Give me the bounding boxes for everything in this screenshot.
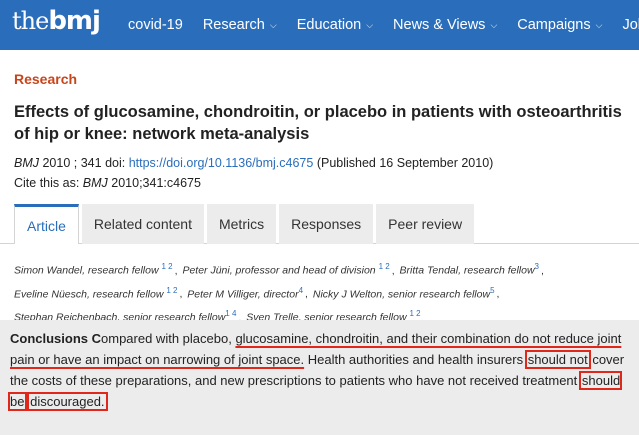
- author-list: Simon Wandel, research fellow 1 2, Peter…: [14, 262, 544, 324]
- tab-related-content[interactable]: Related content: [81, 204, 204, 244]
- affiliation-ref[interactable]: 1 2: [409, 309, 420, 318]
- nav-item-label: Jobs: [622, 17, 639, 33]
- nav-item-campaigns[interactable]: Campaigns ⌵: [517, 17, 602, 33]
- cite-as-line: Cite this as: BMJ 2010;341:c4675: [14, 176, 201, 190]
- nav-menu: covid-19 Research ⌵ Education ⌵ News & Vie…: [128, 0, 639, 50]
- highlight-should-not: should not: [524, 350, 591, 369]
- nav-item-covid-19[interactable]: covid-19: [128, 17, 183, 33]
- chevron-down-icon: ⌵: [366, 19, 374, 30]
- doi-link[interactable]: https://doi.org/10.1136/bmj.c4675: [129, 156, 314, 170]
- affiliation-ref[interactable]: 4: [299, 286, 303, 295]
- affiliation-ref[interactable]: 3: [535, 262, 539, 271]
- author-name[interactable]: Peter Jüni, professor and head of divisi…: [182, 265, 375, 277]
- nav-item-research[interactable]: Research ⌵: [203, 17, 277, 33]
- nav-item-label: covid-19: [128, 17, 183, 33]
- affiliation-ref[interactable]: 1 2: [379, 262, 390, 271]
- author-name[interactable]: Simon Wandel, research fellow: [14, 265, 159, 277]
- chevron-down-icon: ⌵: [490, 19, 498, 30]
- doi-label: doi:: [105, 156, 126, 170]
- chevron-down-icon: ⌵: [595, 19, 603, 30]
- nav-item-label: Campaigns: [517, 17, 591, 33]
- citation-line: BMJ 2010 ; 341 doi: https://doi.org/10.1…: [14, 156, 493, 170]
- journal-name: BMJ: [14, 156, 39, 170]
- nav-item-label: Education: [296, 17, 362, 33]
- conclusions-heading: Conclusions C: [10, 331, 102, 346]
- affiliation-ref[interactable]: 1 4: [225, 309, 236, 318]
- affiliation-ref[interactable]: 1 2: [166, 286, 177, 295]
- top-navigation-bar: the bmj covid-19 Research ⌵ Education ⌵ New…: [0, 0, 639, 50]
- author-name[interactable]: Britta Tendal, research fellow: [400, 265, 535, 277]
- cite-reference: 2010;341:c4675: [111, 176, 201, 190]
- affiliation-ref[interactable]: 1 2: [161, 262, 172, 271]
- logo-bmj: bmj: [48, 6, 101, 36]
- nav-item-label: News & Views: [393, 17, 486, 33]
- cite-prefix: Cite this as:: [14, 176, 80, 190]
- nav-item-jobs[interactable]: Jobs⌵: [622, 17, 639, 33]
- nav-item-label: Research: [202, 17, 265, 33]
- nav-item-news-views[interactable]: News & Views ⌵: [393, 17, 497, 33]
- author-name[interactable]: Nicky J Welton, senior research fellow: [313, 288, 490, 300]
- tab-article[interactable]: Article: [14, 204, 79, 244]
- section-label[interactable]: Research: [14, 71, 77, 87]
- bmj-logo[interactable]: the bmj: [12, 6, 101, 44]
- conclusions-text-1: ompared with placebo,: [101, 331, 236, 346]
- year-volume: 2010 ; 341: [42, 156, 102, 170]
- tab-metrics[interactable]: Metrics: [206, 204, 277, 244]
- author-name[interactable]: Peter M Villiger, director: [187, 288, 298, 300]
- chevron-down-icon: ⌵: [269, 19, 277, 30]
- author-name[interactable]: Eveline Nüesch, research fellow: [14, 288, 163, 300]
- nav-item-education[interactable]: Education ⌵: [297, 17, 373, 33]
- article-tabs: Article Related content Metrics Response…: [14, 204, 477, 244]
- article-title: Effects of glucosamine, chondroitin, or …: [14, 103, 622, 143]
- published-date: (Published 16 September 2010): [316, 156, 494, 170]
- logo-the: the: [12, 7, 49, 35]
- conclusions-text: Conclusions Compared with placebo, gluco…: [7, 328, 632, 412]
- highlight-discouraged: discouraged.: [27, 392, 108, 411]
- tab-peer-review[interactable]: Peer review: [376, 204, 475, 244]
- tab-responses[interactable]: Responses: [279, 204, 374, 244]
- cite-journal: BMJ: [82, 176, 108, 190]
- conclusions-text-2: Health authorities and health insurers: [304, 352, 527, 367]
- conclusions-panel: Conclusions Compared with placebo, gluco…: [0, 320, 639, 435]
- affiliation-ref[interactable]: 5: [490, 286, 494, 295]
